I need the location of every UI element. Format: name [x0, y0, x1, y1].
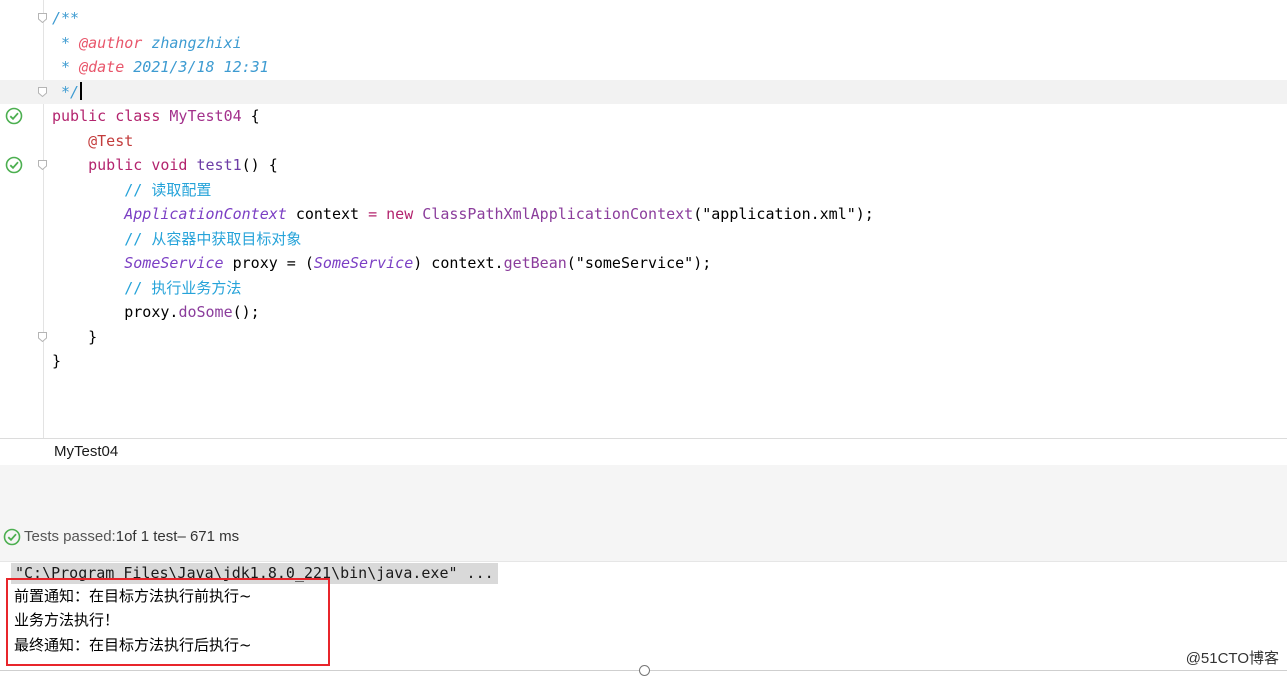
code-line[interactable]: SomeService proxy = (SomeService) contex…	[0, 251, 1287, 276]
code-token: proxy.	[52, 303, 179, 321]
code-token: ) context.	[413, 254, 504, 272]
code-token: public class	[52, 107, 170, 125]
code-text: * @author zhangzhixi	[52, 31, 242, 56]
run-test-icon[interactable]	[4, 155, 24, 175]
code-line[interactable]: public class MyTest04 {	[0, 104, 1287, 129]
code-token: test1	[196, 156, 242, 174]
code-line[interactable]: proxy.doSome();	[0, 300, 1287, 325]
code-line[interactable]: */	[0, 79, 1287, 105]
code-token: @date	[79, 58, 125, 76]
code-token: }	[52, 352, 62, 370]
code-token: *	[52, 33, 80, 52]
splitter-handle-icon[interactable]	[639, 665, 650, 676]
fold-marker-icon[interactable]	[38, 160, 47, 170]
code-token: {	[241, 107, 260, 125]
code-line[interactable]: public void test1() {	[0, 153, 1287, 178]
code-token: }	[52, 327, 98, 346]
code-token: getBean	[503, 254, 567, 272]
code-token: ();	[232, 303, 260, 321]
status-time: – 671 ms	[177, 528, 240, 545]
code-text: /**	[52, 6, 79, 31]
fold-marker-icon[interactable]	[38, 86, 47, 97]
code-line[interactable]: // 从容器中获取目标对象	[0, 227, 1287, 252]
watermark: @51CTO博客	[1185, 650, 1279, 667]
run-test-icon[interactable]	[4, 106, 24, 126]
code-token: // 从容器中获取目标对象	[52, 229, 302, 248]
code-text: }	[52, 325, 97, 350]
code-token: ApplicationContext	[124, 205, 287, 223]
code-token: doSome	[178, 303, 233, 321]
code-token: =	[368, 205, 387, 223]
run-tab-bar: MyTest04	[0, 438, 1287, 466]
highlight-annotation-box	[6, 578, 330, 666]
code-line[interactable]: /**	[0, 6, 1287, 31]
code-text: ApplicationContext context = new ClassPa…	[52, 202, 874, 227]
code-line[interactable]: // 读取配置	[0, 178, 1287, 203]
tests-status: Tests passed: 1 of 1 test – 671 ms	[2, 525, 239, 549]
code-text: @Test	[52, 129, 133, 154]
code-line[interactable]: }	[0, 325, 1287, 350]
test-passed-icon	[3, 528, 21, 546]
code-line[interactable]: * @date 2021/3/18 12:31	[0, 55, 1287, 80]
fold-marker-icon[interactable]	[38, 13, 47, 23]
code-text: proxy.doSome();	[52, 300, 260, 325]
code-token: 2021/3/18 12:31	[124, 58, 269, 76]
code-editor[interactable]: /** * @author zhangzhixi * @date 2021/3/…	[0, 0, 1287, 438]
code-token: () {	[241, 156, 278, 174]
code-token: context	[286, 205, 369, 223]
code-text: // 执行业务方法	[52, 276, 241, 301]
code-line[interactable]: ApplicationContext context = new ClassPa…	[0, 202, 1287, 227]
code-token: @Test	[88, 131, 134, 150]
status-middle: of 1 test	[124, 528, 178, 545]
code-token: *	[52, 58, 80, 76]
code-token: ClassPathXmlApplicationContext	[422, 205, 694, 223]
code-text: }	[52, 349, 61, 374]
code-text: * @date 2021/3/18 12:31	[52, 55, 269, 80]
code-text: SomeService proxy = (SomeService) contex…	[52, 251, 711, 276]
text-caret	[80, 81, 83, 100]
code-token: ("application.xml");	[693, 205, 874, 223]
status-prefix: Tests passed:	[24, 528, 116, 545]
code-token: new	[386, 205, 423, 223]
code-text: */	[52, 80, 83, 105]
code-token: ("someService");	[566, 254, 712, 272]
code-token: // 执行业务方法	[52, 278, 242, 297]
code-line[interactable]: * @author zhangzhixi	[0, 31, 1287, 56]
fold-marker-icon[interactable]	[38, 331, 47, 342]
run-tab-label[interactable]: MyTest04	[54, 443, 118, 460]
code-token: proxy = (	[223, 254, 314, 272]
code-token: zhangzhixi	[142, 33, 242, 52]
code-text: // 从容器中获取目标对象	[52, 227, 301, 252]
code-token: SomeService	[313, 254, 414, 272]
code-token: */	[52, 82, 80, 101]
code-line[interactable]: }	[0, 349, 1287, 374]
code-token: SomeService	[124, 254, 224, 272]
code-text: public class MyTest04 {	[52, 104, 260, 129]
code-line[interactable]: // 执行业务方法	[0, 276, 1287, 301]
code-token: public void	[88, 156, 197, 174]
code-token: MyTest04	[169, 107, 242, 125]
code-text: // 读取配置	[52, 178, 211, 203]
code-text: public void test1() {	[52, 153, 278, 178]
code-token: @author	[79, 33, 143, 52]
code-token: /**	[52, 9, 80, 27]
code-line[interactable]: @Test	[0, 129, 1287, 154]
status-count: 1	[115, 528, 125, 545]
code-token: // 读取配置	[52, 180, 212, 199]
